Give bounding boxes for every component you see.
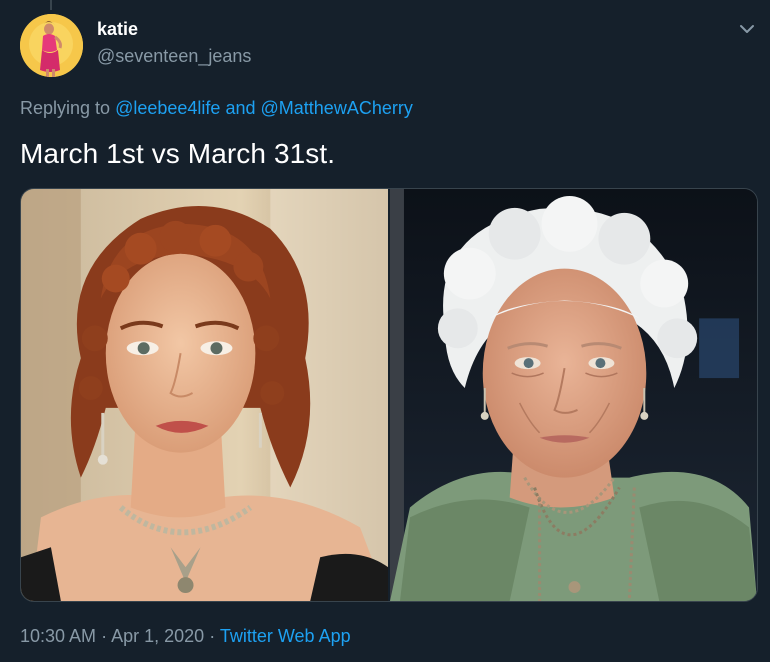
mention-link[interactable]: @MatthewACherry (261, 98, 413, 118)
young-woman-photo (21, 189, 388, 601)
replying-to-prefix: Replying to (20, 98, 111, 118)
tweet-date[interactable]: Apr 1, 2020 (111, 626, 204, 646)
avatar-image (20, 14, 83, 77)
mention-link[interactable]: @leebee4life (115, 98, 220, 118)
elderly-woman-photo (390, 189, 757, 601)
thread-connector-line (50, 0, 52, 10)
tweet-meta: 10:30 AM · Apr 1, 2020 · Twitter Web App (20, 626, 351, 647)
mention-conjunction[interactable]: and (225, 98, 255, 118)
tweet-time[interactable]: 10:30 AM (20, 626, 96, 646)
tweet: katie @seventeen_jeans Replying to @leeb… (0, 0, 770, 662)
avatar[interactable] (20, 14, 83, 77)
meta-separator: · (101, 626, 108, 646)
chevron-down-icon[interactable] (736, 18, 758, 40)
source-link[interactable]: Twitter Web App (220, 626, 351, 646)
display-name[interactable]: katie (97, 19, 138, 40)
replying-to: Replying to @leebee4life and @MatthewACh… (20, 98, 413, 119)
photo-right[interactable] (390, 189, 757, 601)
meta-separator: · (209, 626, 216, 646)
tweet-text: March 1st vs March 31st. (20, 138, 336, 169)
media-grid (20, 188, 758, 602)
user-handle[interactable]: @seventeen_jeans (97, 46, 251, 67)
photo-left[interactable] (21, 189, 388, 601)
